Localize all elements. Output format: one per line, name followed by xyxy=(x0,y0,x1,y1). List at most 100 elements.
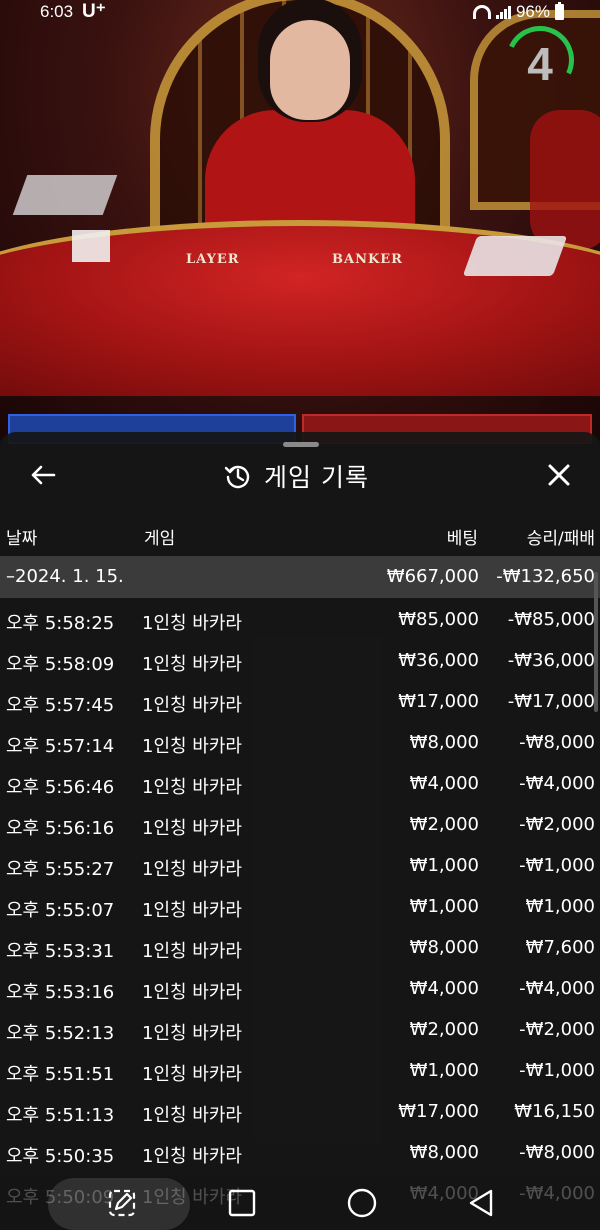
history-row[interactable]: 오후 5:52:13 1인칭 바카라 ₩2,000 -₩2,000 xyxy=(0,1010,600,1051)
row-bet: ₩8,000 xyxy=(409,1142,479,1163)
decor-seat xyxy=(530,110,600,250)
home-icon[interactable] xyxy=(345,1186,379,1220)
row-bet: ₩2,000 xyxy=(409,1019,479,1040)
row-game: 1인칭 바카라 xyxy=(142,695,242,716)
history-row[interactable]: 오후 5:57:45 1인칭 바카라 ₩17,000 -₩17,000 xyxy=(0,682,600,723)
row-bet: ₩2,000 xyxy=(409,814,479,835)
table-label-player: LAYER xyxy=(186,252,240,267)
title-group: 게임 기록 xyxy=(224,458,369,494)
panel-title: 게임 기록 xyxy=(264,463,369,492)
row-result: -₩36,000 xyxy=(507,650,595,671)
history-list: 오후 5:58:25 1인칭 바카라 ₩85,000 -₩85,000 오후 5:58:… xyxy=(0,600,600,1215)
back-arrow-icon[interactable] xyxy=(28,460,58,490)
col-date: 날짜 xyxy=(6,529,38,549)
history-row[interactable]: 오후 5:50:35 1인칭 바카라 ₩8,000 -₩8,000 xyxy=(0,1133,600,1174)
row-bet: ₩1,000 xyxy=(409,1060,479,1081)
history-row[interactable]: 오후 5:55:27 1인칭 바카라 ₩1,000 -₩1,000 xyxy=(0,846,600,887)
history-row[interactable]: 오후 5:58:09 1인칭 바카라 ₩36,000 -₩36,000 xyxy=(0,641,600,682)
row-game: 1인칭 바카라 xyxy=(142,1146,242,1167)
row-bet: ₩17,000 xyxy=(398,691,479,712)
drag-handle[interactable] xyxy=(283,442,319,447)
row-time: 오후 5:52:13 xyxy=(6,1023,115,1044)
card-stack xyxy=(72,230,110,262)
dealer-head xyxy=(270,20,350,120)
date-group-total-bet: ₩667,000 xyxy=(386,566,479,587)
row-result: -₩1,000 xyxy=(519,855,595,876)
row-result: -₩1,000 xyxy=(519,1060,595,1081)
col-bet: 베팅 xyxy=(446,529,478,549)
back-nav-icon[interactable] xyxy=(465,1186,499,1220)
row-result: ₩7,600 xyxy=(525,937,595,958)
row-result: ₩16,150 xyxy=(514,1101,595,1122)
carrier-label: U⁺ xyxy=(82,1,106,22)
row-time: 오후 5:57:45 xyxy=(6,695,115,716)
history-row[interactable]: 오후 5:53:16 1인칭 바카라 ₩4,000 -₩4,000 xyxy=(0,969,600,1010)
close-icon[interactable] xyxy=(544,460,574,490)
row-time: 오후 5:58:25 xyxy=(6,613,115,634)
signal-icon xyxy=(495,5,511,19)
battery-percent: 96% xyxy=(515,2,550,21)
table-label-banker: BANKER xyxy=(332,252,403,267)
row-result: -₩8,000 xyxy=(519,732,595,753)
row-result: ₩1,000 xyxy=(525,896,595,917)
history-icon xyxy=(224,465,250,489)
history-row[interactable]: 오후 5:56:46 1인칭 바카라 ₩4,000 -₩4,000 xyxy=(0,764,600,805)
status-bar: 6:03 U⁺ 96% xyxy=(0,0,600,24)
row-result: -₩4,000 xyxy=(519,978,595,999)
row-game: 1인칭 바카라 xyxy=(142,941,242,962)
panel-header: 게임 기록 xyxy=(0,452,600,502)
history-row[interactable]: 오후 5:55:07 1인칭 바카라 ₩1,000 ₩1,000 xyxy=(0,887,600,928)
row-result: -₩2,000 xyxy=(519,1019,595,1040)
row-game: 1인칭 바카라 xyxy=(142,654,242,675)
history-row[interactable]: 오후 5:51:51 1인칭 바카라 ₩1,000 -₩1,000 xyxy=(0,1051,600,1092)
row-time: 오후 5:58:09 xyxy=(6,654,115,675)
row-bet: ₩8,000 xyxy=(409,732,479,753)
scrollbar[interactable] xyxy=(594,572,598,712)
system-nav-bar xyxy=(0,1176,600,1230)
row-bet: ₩4,000 xyxy=(409,773,479,794)
history-row[interactable]: 오후 5:53:31 1인칭 바카라 ₩8,000 ₩7,600 xyxy=(0,928,600,969)
row-bet: ₩17,000 xyxy=(398,1101,479,1122)
row-game: 1인칭 바카라 xyxy=(142,1064,242,1085)
row-result: -₩17,000 xyxy=(507,691,595,712)
row-time: 오후 5:51:13 xyxy=(6,1105,115,1126)
row-game: 1인칭 바카라 xyxy=(142,900,242,921)
row-result: -₩8,000 xyxy=(519,1142,595,1163)
date-group-row[interactable]: –2024. 1. 15. ₩667,000 -₩132,650 xyxy=(0,556,600,598)
row-bet: ₩1,000 xyxy=(409,896,479,917)
col-game: 게임 xyxy=(144,529,176,549)
card-shoe xyxy=(462,236,568,276)
history-row[interactable]: 오후 5:57:14 1인칭 바카라 ₩8,000 -₩8,000 xyxy=(0,723,600,764)
countdown-number: 4 xyxy=(527,38,553,90)
row-bet: ₩36,000 xyxy=(398,650,479,671)
row-bet: ₩4,000 xyxy=(409,978,479,999)
row-time: 오후 5:55:07 xyxy=(6,900,115,921)
history-row[interactable]: 오후 5:51:13 1인칭 바카라 ₩17,000 ₩16,150 xyxy=(0,1092,600,1133)
row-time: 오후 5:53:31 xyxy=(6,941,115,962)
row-game: 1인칭 바카라 xyxy=(142,736,242,757)
history-row[interactable]: 오후 5:56:16 1인칭 바카라 ₩2,000 -₩2,000 xyxy=(0,805,600,846)
date-group-total-result: -₩132,650 xyxy=(496,566,595,587)
row-game: 1인칭 바카라 xyxy=(142,777,242,798)
col-win-loss: 승리/패배 xyxy=(526,529,595,549)
recents-icon[interactable] xyxy=(225,1186,259,1220)
row-result: -₩85,000 xyxy=(507,609,595,630)
row-bet: ₩85,000 xyxy=(398,609,479,630)
row-time: 오후 5:51:51 xyxy=(6,1064,115,1085)
row-game: 1인칭 바카라 xyxy=(142,818,242,839)
row-result: -₩2,000 xyxy=(519,814,595,835)
row-result: -₩4,000 xyxy=(519,773,595,794)
status-time: 6:03 xyxy=(40,2,74,21)
status-right: 96% xyxy=(472,2,564,22)
card-tray xyxy=(12,175,118,215)
row-game: 1인칭 바카라 xyxy=(142,1023,242,1044)
history-row[interactable]: 오후 5:58:25 1인칭 바카라 ₩85,000 -₩85,000 xyxy=(0,600,600,641)
edit-icon[interactable] xyxy=(105,1186,139,1220)
column-headers: 날짜 게임 베팅 승리/패배 xyxy=(0,520,600,550)
row-game: 1인칭 바카라 xyxy=(142,859,242,880)
row-time: 오후 5:53:16 xyxy=(6,982,115,1003)
date-group-date: –2024. 1. 15. xyxy=(6,566,124,587)
row-game: 1인칭 바카라 xyxy=(142,613,242,634)
row-time: 오후 5:56:46 xyxy=(6,777,115,798)
row-time: 오후 5:55:27 xyxy=(6,859,115,880)
